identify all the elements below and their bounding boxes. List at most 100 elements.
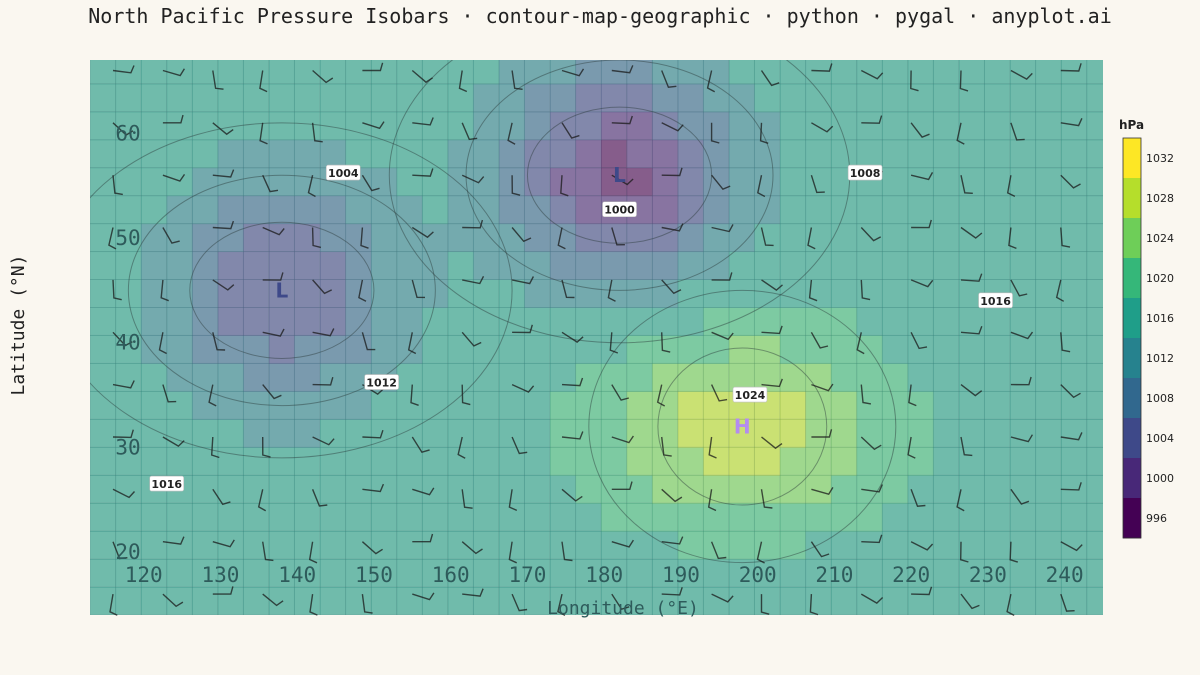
pressure-cell <box>984 503 1011 532</box>
pressure-cell <box>754 83 781 113</box>
pressure-cell <box>294 419 321 448</box>
x-tick-label: 180 <box>585 563 623 587</box>
pressure-cell <box>907 251 934 280</box>
contour-map-chart: North Pacific Pressure Isobars · contour… <box>8 4 1174 619</box>
pressure-cell <box>933 503 960 532</box>
pressure-cell <box>856 559 883 588</box>
pressure-cell <box>90 251 117 280</box>
pressure-cell <box>90 83 117 113</box>
pressure-cell <box>626 475 653 504</box>
svg-text:1004: 1004 <box>328 167 359 180</box>
pressure-cell <box>856 83 883 113</box>
pressure-cell <box>677 447 704 476</box>
pressure-cell <box>473 587 500 615</box>
pressure-cell <box>524 223 551 253</box>
pressure-cell <box>422 60 449 85</box>
pressure-cell <box>473 195 500 225</box>
pressure-cell <box>371 503 398 532</box>
pressure-cell <box>498 363 525 392</box>
pressure-cell <box>1086 531 1103 560</box>
pressure-cell <box>831 307 858 336</box>
pressure-cell <box>779 419 807 448</box>
pressure-cell <box>473 60 500 85</box>
pressure-cell <box>294 503 321 532</box>
pressure-cell <box>217 60 244 85</box>
pressure-cell <box>728 167 755 197</box>
pressure-cell <box>984 111 1011 141</box>
colorbar: hPa 1032 1028 1024 1020 1016 1012 1008 1004 1000 9… <box>1119 118 1174 539</box>
pressure-cell <box>473 559 500 588</box>
pressure-cell <box>779 60 807 85</box>
colorbar-segment <box>1123 178 1141 219</box>
pressure-cell <box>882 335 909 364</box>
pressure-cell <box>703 307 730 336</box>
pressure-cell <box>396 195 423 225</box>
pressure-cell <box>396 447 423 476</box>
pressure-cell <box>524 335 551 364</box>
pressure-cell <box>805 111 832 141</box>
pressure-cell <box>703 111 730 141</box>
pressure-cell <box>371 83 398 113</box>
pressure-cell <box>933 391 960 420</box>
pressure-cell <box>805 307 832 336</box>
pressure-cell <box>958 587 985 615</box>
pressure-cell <box>831 503 858 532</box>
pressure-cell <box>831 223 858 253</box>
x-tick-label: 170 <box>508 563 546 587</box>
pressure-cell <box>524 531 551 560</box>
pressure-cell <box>1035 531 1062 560</box>
pressure-cell <box>447 279 474 308</box>
pressure-cell <box>1009 139 1037 169</box>
pressure-cell <box>856 279 883 308</box>
pressure-cell <box>524 475 551 504</box>
pressure-cell <box>447 83 474 113</box>
pressure-cell <box>115 60 142 85</box>
pressure-cell <box>141 195 168 225</box>
pressure-cell <box>958 447 985 476</box>
pressure-cell <box>1061 83 1088 113</box>
pressure-cell <box>319 531 347 560</box>
pressure-cell <box>626 447 653 476</box>
pressure-cell <box>371 223 398 253</box>
pressure-cell <box>575 531 602 560</box>
pressure-cell <box>677 167 704 197</box>
pressure-cell <box>345 139 372 169</box>
isobar-label: 1016 <box>978 292 1013 309</box>
pressure-cell <box>141 391 168 420</box>
pressure-cell <box>141 307 168 336</box>
pressure-cell <box>524 60 551 85</box>
pressure-cell <box>396 531 423 560</box>
pressure-cell <box>549 391 577 420</box>
pressure-cell <box>473 419 500 448</box>
pressure-cell <box>933 475 960 504</box>
y-tick-label: 30 <box>115 435 140 459</box>
colorbar-tick-label: 1024 <box>1146 232 1174 245</box>
pressure-cell <box>933 139 960 169</box>
pressure-cell <box>728 475 755 504</box>
pressure-cell <box>141 83 168 113</box>
x-tick-label: 190 <box>662 563 700 587</box>
pressure-cell <box>575 139 602 169</box>
pressure-cell <box>294 111 321 141</box>
pressure-cell <box>447 251 474 280</box>
pressure-cell <box>882 139 909 169</box>
pressure-cell <box>166 167 193 197</box>
pressure-cell <box>805 195 832 225</box>
pressure-cell <box>677 391 704 420</box>
isobar-label: 1008 <box>847 164 883 181</box>
svg-text:1000: 1000 <box>604 204 635 217</box>
pressure-cell <box>1086 559 1103 588</box>
pressure-cell <box>268 223 295 253</box>
pressure-cell <box>1086 195 1103 225</box>
pressure-cell <box>677 195 704 225</box>
pressure-cell <box>319 139 347 169</box>
pressure-cell <box>319 587 347 615</box>
pressure-cell <box>473 391 500 420</box>
pressure-cell <box>498 447 525 476</box>
pressure-cell <box>1009 363 1037 392</box>
x-tick-label: 200 <box>739 563 777 587</box>
pressure-cell <box>601 419 628 448</box>
pressure-cell <box>166 60 193 85</box>
pressure-cell <box>243 195 270 225</box>
colorbar-tick-label: 1032 <box>1146 152 1174 165</box>
